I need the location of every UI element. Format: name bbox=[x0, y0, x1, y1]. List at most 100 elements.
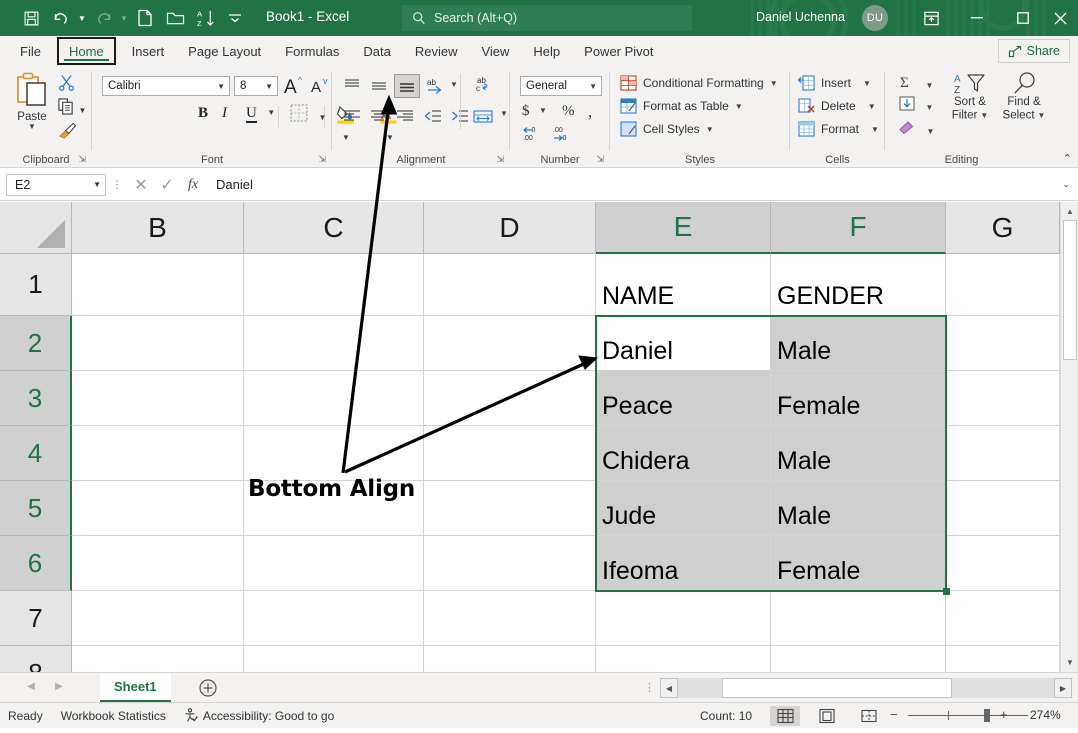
tab-formulas[interactable]: Formulas bbox=[273, 36, 351, 66]
chevron-down-icon[interactable]: ▼ bbox=[500, 109, 508, 118]
vertical-scroll-thumb[interactable] bbox=[1063, 220, 1077, 360]
cell-E3[interactable]: Peace bbox=[596, 371, 771, 426]
scroll-left-button[interactable]: ◀ bbox=[660, 678, 678, 698]
cell-B1[interactable] bbox=[72, 254, 244, 316]
cell-G2[interactable] bbox=[946, 316, 1060, 371]
select-all-corner[interactable] bbox=[0, 202, 72, 254]
row-header-6[interactable]: 6 bbox=[0, 536, 72, 591]
insert-function-button[interactable]: fx bbox=[180, 174, 206, 196]
cell-D2[interactable] bbox=[424, 316, 596, 371]
tab-help[interactable]: Help bbox=[521, 36, 572, 66]
cell-D8[interactable] bbox=[424, 646, 596, 672]
format-as-table-button[interactable]: Format as Table ▼ bbox=[620, 98, 743, 114]
workbook-statistics-button[interactable]: Workbook Statistics bbox=[61, 709, 166, 723]
cell-G8[interactable] bbox=[946, 646, 1060, 672]
tab-home[interactable]: Home bbox=[57, 37, 116, 65]
cell-F3[interactable]: Female bbox=[771, 371, 946, 426]
copy-dropdown-caret[interactable]: ▼ bbox=[78, 106, 86, 115]
spreadsheet-grid[interactable]: B C D E F G 1 2 3 4 5 6 7 8 NAME GENDER bbox=[0, 202, 1078, 672]
center-align-button[interactable] bbox=[368, 106, 390, 126]
format-painter-button[interactable] bbox=[58, 122, 77, 144]
row-header-5[interactable]: 5 bbox=[0, 481, 72, 536]
cell-C6[interactable] bbox=[244, 536, 424, 591]
customize-qat-icon[interactable] bbox=[220, 4, 250, 32]
chevron-down-icon[interactable]: ▼ bbox=[770, 79, 778, 88]
column-header-E[interactable]: E bbox=[596, 202, 771, 254]
tab-review[interactable]: Review bbox=[403, 36, 470, 66]
chevron-down-icon[interactable]: ▼ bbox=[735, 102, 743, 111]
increase-font-size-button[interactable]: A ^ bbox=[284, 74, 306, 101]
cell-D4[interactable] bbox=[424, 426, 596, 481]
font-size-combobox[interactable]: 8 ▼ bbox=[234, 76, 278, 96]
zoom-in-button[interactable]: + bbox=[1000, 707, 1008, 722]
cell-F1[interactable]: GENDER bbox=[771, 254, 946, 316]
cell-F6[interactable]: Female bbox=[771, 536, 946, 591]
chevron-down-icon[interactable]: ▼ bbox=[267, 108, 275, 117]
share-button[interactable]: Share bbox=[998, 39, 1070, 63]
sheet-tab-sheet1[interactable]: Sheet1 bbox=[100, 673, 171, 702]
chevron-down-icon[interactable]: ▼ bbox=[539, 106, 547, 115]
horizontal-scrollbar[interactable]: ◀ ▶ bbox=[660, 678, 1072, 698]
cell-D7[interactable] bbox=[424, 591, 596, 646]
column-header-F[interactable]: F bbox=[771, 202, 946, 254]
scroll-split-handle[interactable]: ⋮ bbox=[644, 681, 655, 694]
fill-handle[interactable] bbox=[943, 588, 950, 595]
tab-power-pivot[interactable]: Power Pivot bbox=[572, 36, 665, 66]
ribbon-display-options-icon[interactable] bbox=[908, 0, 954, 36]
cell-G4[interactable] bbox=[946, 426, 1060, 481]
increase-decimal-button[interactable]: 0 .00 bbox=[522, 126, 544, 147]
cell-E4[interactable]: Chidera bbox=[596, 426, 771, 481]
number-format-combobox[interactable]: General ▼ bbox=[520, 76, 602, 96]
row-header-4[interactable]: 4 bbox=[0, 426, 72, 481]
new-file-icon[interactable] bbox=[130, 4, 160, 32]
scroll-right-button[interactable]: ▶ bbox=[1054, 678, 1072, 698]
user-name-label[interactable]: Daniel Uchenna bbox=[756, 10, 845, 24]
minimize-button[interactable] bbox=[954, 0, 1000, 36]
cell-styles-button[interactable]: Cell Styles ▼ bbox=[620, 121, 714, 137]
maximize-button[interactable] bbox=[1000, 0, 1046, 36]
page-break-preview-button[interactable] bbox=[854, 706, 884, 726]
formula-bar-handle[interactable]: ⋮ bbox=[106, 178, 128, 191]
vertical-scrollbar[interactable]: ▲ ▼ bbox=[1060, 202, 1078, 672]
find-and-select-button[interactable]: Find & Select▼ bbox=[997, 72, 1051, 123]
chevron-down-icon[interactable]: ▼ bbox=[925, 103, 933, 112]
alignment-dialog-launcher[interactable]: ⇲ bbox=[496, 154, 504, 165]
cell-E1[interactable]: NAME bbox=[596, 254, 771, 316]
column-header-D[interactable]: D bbox=[424, 202, 596, 254]
cell-G5[interactable] bbox=[946, 481, 1060, 536]
autosum-button[interactable]: Σ ▼ bbox=[899, 74, 933, 95]
clipboard-dialog-launcher[interactable]: ⇲ bbox=[78, 154, 86, 165]
tab-view[interactable]: View bbox=[469, 36, 521, 66]
align-left-button[interactable] bbox=[341, 106, 363, 126]
comma-style-button[interactable]: , bbox=[588, 102, 592, 122]
next-sheet-button[interactable]: ▶ bbox=[48, 681, 70, 692]
cell-G1[interactable] bbox=[946, 254, 1060, 316]
font-name-combobox[interactable]: Calibri ▼ bbox=[102, 76, 230, 96]
cell-E5[interactable]: Jude bbox=[596, 481, 771, 536]
page-layout-view-button[interactable] bbox=[812, 706, 842, 726]
cell-B4[interactable] bbox=[72, 426, 244, 481]
search-input[interactable]: Search (Alt+Q) bbox=[402, 5, 692, 31]
conditional-formatting-button[interactable]: Conditional Formatting ▼ bbox=[620, 75, 778, 91]
undo-dropdown-caret[interactable]: ▼ bbox=[76, 14, 88, 23]
underline-button[interactable]: U ▼ bbox=[246, 104, 275, 122]
open-folder-icon[interactable] bbox=[160, 4, 190, 32]
cell-D5[interactable] bbox=[424, 481, 596, 536]
zoom-slider-thumb[interactable] bbox=[984, 709, 990, 722]
normal-view-button[interactable] bbox=[770, 706, 800, 726]
format-cells-button[interactable]: Format ▼ bbox=[798, 121, 879, 137]
cancel-edit-button[interactable]: ✕ bbox=[128, 174, 154, 196]
row-header-7[interactable]: 7 bbox=[0, 591, 72, 646]
name-box[interactable]: E2 ▼ bbox=[6, 174, 106, 196]
paste-dropdown-caret[interactable]: ▼ bbox=[8, 122, 56, 131]
decrease-indent-button[interactable] bbox=[422, 106, 444, 126]
cell-G7[interactable] bbox=[946, 591, 1060, 646]
cell-G3[interactable] bbox=[946, 371, 1060, 426]
cell-B6[interactable] bbox=[72, 536, 244, 591]
cell-G6[interactable] bbox=[946, 536, 1060, 591]
chevron-down-icon[interactable]: ▼ bbox=[318, 113, 326, 122]
cell-E7[interactable] bbox=[596, 591, 771, 646]
middle-align-button[interactable] bbox=[368, 76, 390, 96]
row-header-8[interactable]: 8 bbox=[0, 646, 72, 672]
bold-button[interactable]: B bbox=[198, 104, 208, 122]
